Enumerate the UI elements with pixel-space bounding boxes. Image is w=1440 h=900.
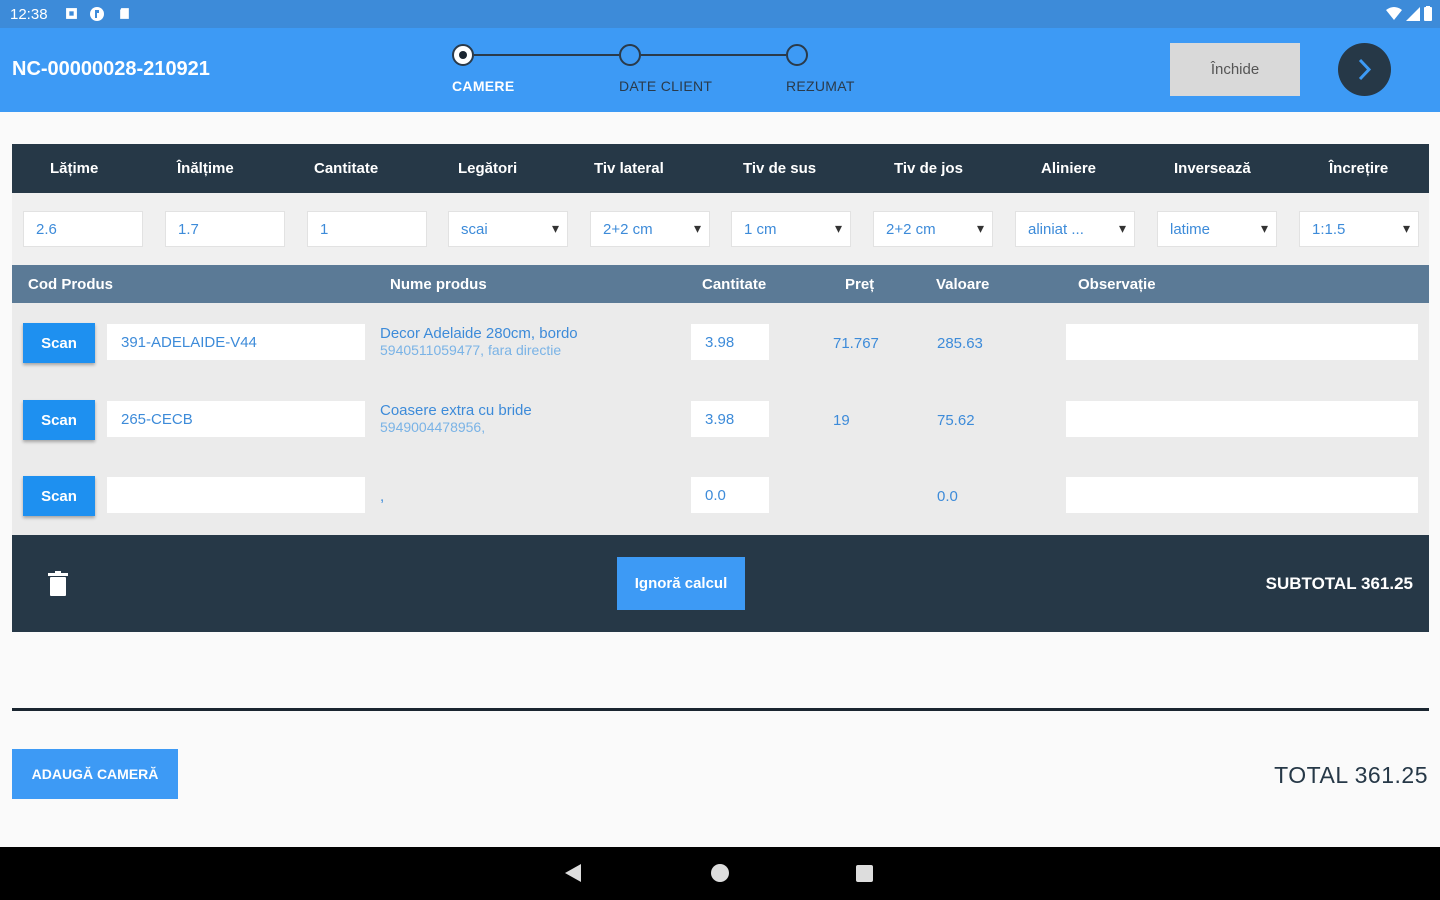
room-params-row: 2.6 1.7 1 scai 2+2 cm 1 cm 2+2 cm alinia… <box>12 193 1429 265</box>
product-notes-input[interactable] <box>1066 401 1418 437</box>
product-value: 285.63 <box>937 335 983 352</box>
col-pret: Preț <box>845 276 875 293</box>
product-price: 19 <box>833 412 850 429</box>
sd-card-icon <box>120 8 129 19</box>
product-qty-input[interactable]: 0.0 <box>691 477 769 513</box>
latime-input[interactable]: 2.6 <box>23 211 143 247</box>
app-header: NC-00000028-210921 CAMERE DATE CLIENT RE… <box>0 28 1440 112</box>
stepper-connector <box>474 54 619 56</box>
step-camere-dot[interactable] <box>452 44 474 66</box>
product-notes-input[interactable] <box>1066 324 1418 360</box>
step-rezumat-label[interactable]: REZUMAT <box>786 78 855 94</box>
product-name: , <box>380 488 680 505</box>
stepper-connector <box>641 54 786 56</box>
tiv-sus-value: 1 cm <box>744 221 777 238</box>
col-valoare: Valoare <box>936 276 990 293</box>
back-icon[interactable] <box>565 864 581 882</box>
tiv-lateral-select[interactable]: 2+2 cm <box>590 211 710 247</box>
col-inaltime: Înălțime <box>177 160 234 177</box>
inverseaza-select[interactable]: latime <box>1157 211 1277 247</box>
step-date-client-label[interactable]: DATE CLIENT <box>619 78 712 94</box>
product-price: 71.767 <box>833 335 879 352</box>
product-name-title: , <box>380 488 385 505</box>
col-tiv-sus: Tiv de sus <box>743 160 817 177</box>
col-tiv-jos: Tiv de jos <box>894 160 963 177</box>
products-header: Cod Produs Nume produs Cantitate Preț Va… <box>12 265 1429 303</box>
home-icon[interactable] <box>711 864 729 882</box>
battery-icon <box>1424 6 1432 21</box>
close-button[interactable]: Închide <box>1170 43 1300 96</box>
step-rezumat-dot[interactable] <box>786 44 808 66</box>
incretire-value: 1:1.5 <box>1312 221 1346 238</box>
col-cod-produs: Cod Produs <box>28 276 113 293</box>
status-bar: 12:38 <box>0 0 1440 28</box>
product-qty-input[interactable]: 3.98 <box>691 324 769 360</box>
signal-icon <box>1406 6 1420 21</box>
table-row: Scan , 0.0 0.0 <box>12 456 1429 532</box>
legatori-select[interactable]: scai <box>448 211 568 247</box>
col-legatori: Legători <box>458 160 518 177</box>
product-code-input[interactable]: 265-CECB <box>107 401 365 437</box>
col-cantitate: Cantitate <box>314 160 379 177</box>
product-value: 0.0 <box>937 488 958 505</box>
aliniere-value: aliniat ... <box>1028 221 1084 238</box>
col-inverseaza: Inversează <box>1174 160 1251 177</box>
col-tiv-lateral: Tiv lateral <box>594 160 664 177</box>
col-incretire: Încrețire <box>1329 160 1389 177</box>
table-row: Scan 391-ADELAIDE-V44 Decor Adelaide 280… <box>12 303 1429 379</box>
wifi-icon <box>1386 6 1402 20</box>
system-nav-bar <box>0 847 1440 900</box>
divider <box>12 708 1429 711</box>
scan-button[interactable]: Scan <box>23 476 95 516</box>
tiv-lateral-value: 2+2 cm <box>603 221 653 238</box>
inaltime-input[interactable]: 1.7 <box>165 211 285 247</box>
inverseaza-value: latime <box>1170 221 1211 238</box>
col-aliniere: Aliniere <box>1041 160 1097 177</box>
product-name-title: Decor Adelaide 280cm, bordo <box>380 325 578 342</box>
legatori-value: scai <box>461 221 488 238</box>
chevron-right-icon <box>1358 58 1372 81</box>
step-date-client-dot[interactable] <box>619 44 641 66</box>
document-id: NC-00000028-210921 <box>12 58 210 80</box>
app-notification-icon <box>90 7 104 21</box>
product-name-title: Coasere extra cu bride <box>380 402 532 419</box>
aliniere-select[interactable]: aliniat ... <box>1015 211 1135 247</box>
tiv-jos-select[interactable]: 2+2 cm <box>873 211 993 247</box>
product-value: 75.62 <box>937 412 975 429</box>
scan-button[interactable]: Scan <box>23 323 95 363</box>
room-footer: Ignoră calcul SUBTOTAL 361.25 <box>12 535 1429 632</box>
product-code-input[interactable]: 391-ADELAIDE-V44 <box>107 324 365 360</box>
clock: 12:38 <box>10 6 48 23</box>
col-observatie: Observație <box>1078 276 1156 293</box>
total: TOTAL 361.25 <box>1274 762 1428 788</box>
product-name: Coasere extra cu bride 5949004478956, <box>380 402 680 436</box>
next-button[interactable] <box>1338 43 1391 96</box>
product-notes-input[interactable] <box>1066 477 1418 513</box>
step-camere-label[interactable]: CAMERE <box>452 78 514 94</box>
tiv-sus-select[interactable]: 1 cm <box>731 211 851 247</box>
product-qty-input[interactable]: 3.98 <box>691 401 769 437</box>
product-barcode: 5949004478956, <box>380 419 486 435</box>
recents-icon[interactable] <box>856 865 873 882</box>
add-room-button[interactable]: ADAUGĂ CAMERĂ <box>12 749 178 799</box>
col-nume-produs: Nume produs <box>390 276 487 293</box>
subtotal: SUBTOTAL 361.25 <box>1265 574 1413 593</box>
notification-icon <box>66 8 77 19</box>
tiv-jos-value: 2+2 cm <box>886 221 936 238</box>
products-table: Scan 391-ADELAIDE-V44 Decor Adelaide 280… <box>12 303 1429 535</box>
ignore-calc-button[interactable]: Ignoră calcul <box>617 557 745 610</box>
incretire-select[interactable]: 1:1.5 <box>1299 211 1419 247</box>
room-params-header: Lățime Înălțime Cantitate Legători Tiv l… <box>12 144 1429 193</box>
table-row: Scan 265-CECB Coasere extra cu bride 594… <box>12 380 1429 456</box>
product-name: Decor Adelaide 280cm, bordo 594051105947… <box>380 325 680 359</box>
cantitate-input[interactable]: 1 <box>307 211 427 247</box>
product-code-input[interactable] <box>107 477 365 513</box>
trash-icon[interactable] <box>48 571 68 597</box>
scan-button[interactable]: Scan <box>23 400 95 440</box>
col-latime: Lățime <box>50 160 99 177</box>
product-barcode: 5940511059477, fara directie <box>380 342 562 358</box>
col-cantitate-produs: Cantitate <box>702 276 767 293</box>
